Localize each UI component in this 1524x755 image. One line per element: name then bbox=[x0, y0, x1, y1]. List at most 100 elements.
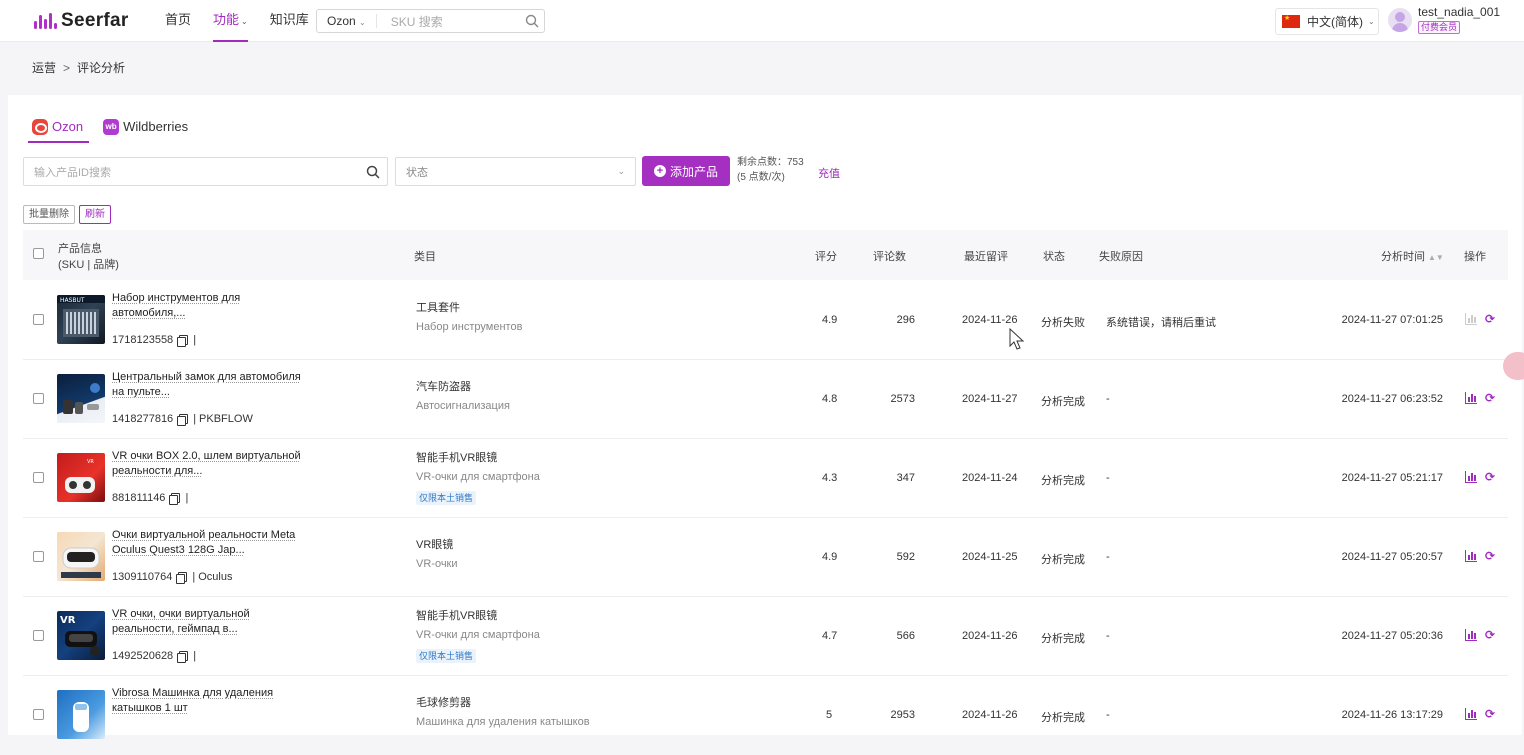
product-thumbnail[interactable]: VR bbox=[57, 453, 105, 502]
language-label: 中文(简体) bbox=[1307, 15, 1363, 29]
row-checkbox[interactable] bbox=[33, 314, 44, 325]
copy-icon[interactable] bbox=[169, 492, 181, 505]
latest-review-date: 2024-11-26 bbox=[962, 630, 1018, 642]
nav-item-features[interactable]: 功能 ⌄ bbox=[213, 0, 248, 42]
copy-icon[interactable] bbox=[177, 413, 189, 426]
add-product-button[interactable]: + 添加产品 bbox=[642, 156, 730, 186]
copy-icon[interactable] bbox=[177, 650, 189, 663]
sku-value: 1309110764 bbox=[112, 571, 173, 583]
user-name[interactable]: test_nadia_001 bbox=[1418, 5, 1500, 19]
sku-line: 881811146 | bbox=[112, 492, 191, 505]
product-thumbnail[interactable]: HASBUT bbox=[57, 295, 105, 344]
tab-wildberries[interactable]: wb Wildberries bbox=[101, 110, 190, 143]
sku-brand-divider: | bbox=[193, 334, 197, 346]
header-analysis-time[interactable]: 分析时间 ▲▼ bbox=[1381, 248, 1444, 264]
points-cost: (5 点数/次) bbox=[737, 172, 785, 183]
refresh-icon[interactable]: ⟳ bbox=[1485, 629, 1497, 641]
status-text: 分析失败 bbox=[1041, 317, 1085, 329]
brand-value[interactable]: Oculus bbox=[198, 571, 232, 583]
row-checkbox[interactable] bbox=[33, 709, 44, 720]
product-name-link[interactable]: VR очки BOX 2.0, шлем виртуальной реальн… bbox=[112, 449, 312, 479]
status-select-placeholder: 状态 bbox=[406, 166, 428, 179]
brand-logo[interactable]: Seerfar bbox=[34, 10, 129, 32]
mouse-cursor-icon bbox=[1009, 328, 1025, 350]
refresh-icon[interactable]: ⟳ bbox=[1485, 708, 1497, 720]
bar-chart-icon[interactable] bbox=[1465, 392, 1477, 404]
refresh-icon[interactable]: ⟳ bbox=[1485, 550, 1497, 562]
copy-icon[interactable] bbox=[176, 571, 188, 584]
bar-chart-icon[interactable] bbox=[1465, 313, 1477, 325]
product-name-link[interactable]: Центральный замок для автомобиля на пуль… bbox=[112, 370, 312, 400]
sku-brand-divider: | bbox=[193, 650, 197, 662]
copy-icon[interactable] bbox=[177, 334, 189, 347]
chevron-down-icon: ⌄ bbox=[1368, 17, 1375, 26]
breadcrumb: 运营 > 评论分析 bbox=[32, 59, 125, 76]
sku-line: 1418277816 | PKBFLOW bbox=[112, 413, 253, 426]
refresh-button[interactable]: 刷新 bbox=[79, 205, 111, 224]
table-row: VR VR очки BOX 2.0, шлем виртуальной реа… bbox=[23, 439, 1508, 518]
platform-select[interactable]: Ozon ⌄ bbox=[317, 14, 377, 28]
nav-item-knowledge[interactable]: 知识库 bbox=[270, 0, 309, 42]
bar-chart-icon[interactable] bbox=[1465, 629, 1477, 641]
product-name-link[interactable]: Очки виртуальной реальности Meta Oculus … bbox=[112, 528, 312, 558]
product-name-link[interactable]: Vibrosa Машинка для удаления катышков 1 … bbox=[112, 686, 312, 716]
sku-brand-divider: | bbox=[193, 413, 197, 425]
local-sale-tag: 仅限本土销售 bbox=[416, 491, 477, 505]
refresh-icon[interactable]: ⟳ bbox=[1485, 313, 1497, 325]
status-select[interactable]: 状态 ⌄ bbox=[395, 157, 636, 186]
category-ru: Автосигнализация bbox=[416, 400, 510, 412]
breadcrumb-parent[interactable]: 运营 bbox=[32, 61, 56, 75]
tab-ozon-label: Ozon bbox=[52, 119, 84, 134]
bulk-delete-button[interactable]: 批量删除 bbox=[23, 205, 75, 224]
chevron-down-icon: ⌄ bbox=[359, 18, 366, 27]
row-checkbox[interactable] bbox=[33, 393, 44, 404]
review-count: 2953 bbox=[890, 709, 915, 721]
row-checkbox[interactable] bbox=[33, 630, 44, 641]
bar-chart-icon[interactable] bbox=[1465, 550, 1477, 562]
review-count: 347 bbox=[896, 472, 915, 484]
fail-reason-text: - bbox=[1106, 393, 1110, 405]
product-thumbnail[interactable] bbox=[57, 532, 105, 581]
product-name-link[interactable]: Набор инструментов для автомобиля,... bbox=[112, 291, 312, 321]
refresh-icon[interactable]: ⟳ bbox=[1485, 392, 1497, 404]
bar-chart-icon[interactable] bbox=[1465, 471, 1477, 483]
brand-value[interactable]: PKBFLOW bbox=[199, 413, 253, 425]
fail-reason-text: - bbox=[1106, 709, 1110, 721]
header-product-sub: (SKU | 品牌) bbox=[58, 259, 119, 271]
floating-helper-tab[interactable] bbox=[1503, 352, 1524, 380]
header-analysis-time-label: 分析时间 bbox=[1381, 251, 1425, 263]
product-thumbnail[interactable] bbox=[57, 690, 105, 739]
sort-icon[interactable]: ▲▼ bbox=[1428, 253, 1444, 262]
select-all-checkbox[interactable] bbox=[33, 248, 44, 259]
analysis-time: 2024-11-27 05:21:17 bbox=[1341, 472, 1443, 484]
search-icon[interactable] bbox=[359, 165, 387, 179]
rating-value: 4.3 bbox=[822, 472, 838, 484]
language-select[interactable]: 中文(简体) ⌄ bbox=[1275, 8, 1379, 35]
analysis-time: 2024-11-26 13:17:29 bbox=[1341, 709, 1443, 721]
product-name-link[interactable]: VR очки, очки виртуальной реальности, ге… bbox=[112, 607, 312, 637]
nav-item-home[interactable]: 首页 bbox=[165, 0, 191, 42]
product-thumbnail[interactable] bbox=[57, 374, 105, 423]
product-id-search-placeholder: 输入产品ID搜索 bbox=[34, 166, 111, 179]
top-bar: Seerfar 首页 功能⌄ 知识库 Ozon ⌄ SKU 搜索 中文(简体) … bbox=[0, 0, 1524, 42]
tab-ozon[interactable]: Ozon bbox=[27, 110, 90, 143]
user-avatar[interactable] bbox=[1388, 8, 1412, 32]
latest-review-date: 2024-11-25 bbox=[962, 551, 1018, 563]
sku-search-input[interactable]: SKU 搜索 bbox=[377, 13, 520, 30]
search-icon[interactable] bbox=[520, 10, 544, 32]
row-checkbox[interactable] bbox=[33, 472, 44, 483]
row-checkbox[interactable] bbox=[33, 551, 44, 562]
bar-chart-icon[interactable] bbox=[1465, 708, 1477, 720]
review-count: 566 bbox=[896, 630, 915, 642]
latest-review-date: 2024-11-24 bbox=[962, 472, 1018, 484]
product-thumbnail[interactable]: VR bbox=[57, 611, 105, 660]
analysis-time: 2024-11-27 05:20:36 bbox=[1341, 630, 1443, 642]
recharge-link[interactable]: 充值 bbox=[818, 165, 840, 181]
latest-review-date: 2024-11-26 bbox=[962, 709, 1018, 721]
refresh-icon[interactable]: ⟳ bbox=[1485, 471, 1497, 483]
analysis-time: 2024-11-27 05:20:57 bbox=[1341, 551, 1443, 563]
product-id-search[interactable]: 输入产品ID搜索 bbox=[23, 157, 388, 186]
points-remaining: 剩余点数：753 bbox=[737, 157, 804, 168]
category-ru: Набор инструментов bbox=[416, 321, 523, 333]
rating-value: 4.9 bbox=[822, 551, 838, 563]
